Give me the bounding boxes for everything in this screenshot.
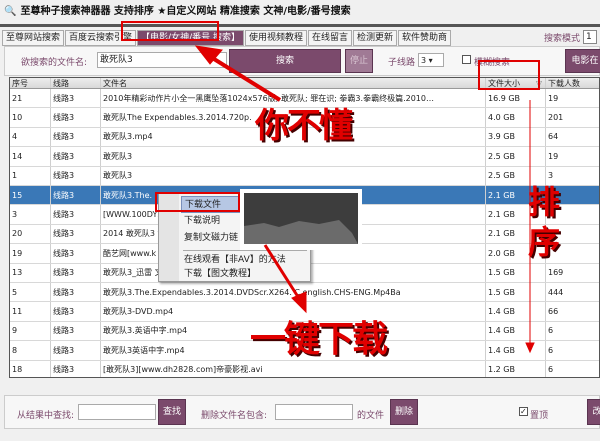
arrow-to-download xyxy=(263,244,302,301)
annotation-text-1: 你不懂 xyxy=(255,106,353,146)
annotation-arrows xyxy=(194,45,535,354)
annotation-text-2: 排序 xyxy=(528,183,561,261)
arrow-to-tab xyxy=(204,52,282,102)
arrow-head-download xyxy=(291,291,307,314)
annotation-text-3: 一键下载 xyxy=(250,319,388,360)
sort-arrow-head xyxy=(525,342,535,354)
